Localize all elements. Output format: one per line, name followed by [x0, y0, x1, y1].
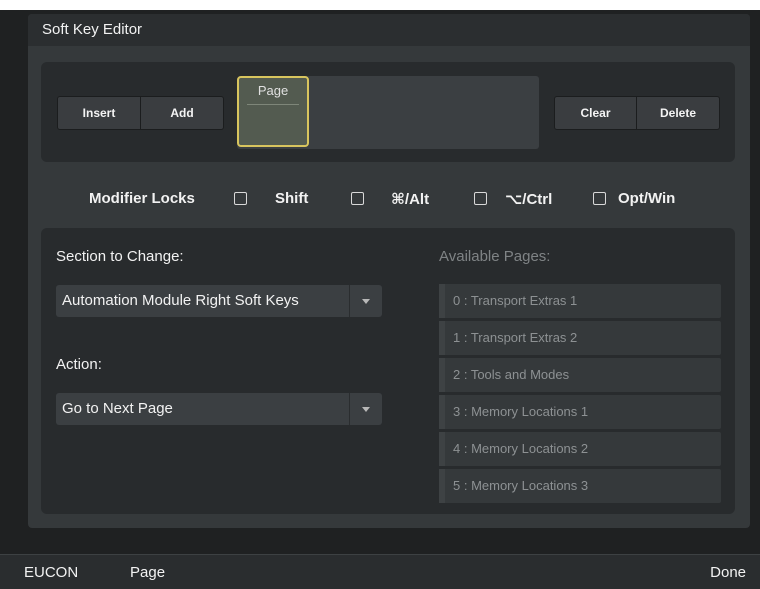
opt-win-checkbox[interactable] — [593, 192, 606, 205]
list-item[interactable]: 3 : Memory Locations 1 — [439, 395, 721, 429]
section-dropdown[interactable]: Automation Module Right Soft Keys — [56, 285, 382, 317]
available-pages-title: Available Pages: — [439, 248, 551, 265]
shift-label: Shift — [275, 190, 309, 207]
page-tile-divider — [247, 104, 299, 105]
opt-ctrl-label: ⌥/Ctrl — [505, 191, 553, 208]
insert-add-group: Insert Add — [57, 96, 224, 130]
page-tile-selected[interactable]: Page — [237, 76, 309, 147]
clear-delete-group: Clear Delete — [554, 96, 720, 130]
cmd-alt-label: ⌘/Alt — [391, 191, 430, 208]
available-pages-list: 0 : Transport Extras 1 1 : Transport Ext… — [439, 284, 721, 506]
page-button[interactable]: Page — [130, 564, 165, 581]
chevron-down-icon — [349, 393, 382, 425]
shift-checkbox[interactable] — [234, 192, 247, 205]
page-strip: Page — [237, 76, 539, 149]
add-button[interactable]: Add — [141, 96, 224, 130]
window-title: Soft Key Editor — [42, 21, 143, 38]
modifier-locks-row: Modifier Locks Shift ⌘/Alt ⌥/Ctrl Opt/Wi… — [28, 189, 750, 209]
top-strip — [0, 0, 760, 10]
chevron-down-icon — [349, 285, 382, 317]
title-bar: Soft Key Editor — [28, 14, 750, 46]
cmd-alt-checkbox[interactable] — [351, 192, 364, 205]
section-dropdown-value: Automation Module Right Soft Keys — [62, 292, 299, 309]
modifier-locks-label: Modifier Locks — [89, 190, 195, 207]
opt-ctrl-checkbox[interactable] — [474, 192, 487, 205]
soft-key-editor-window: Soft Key Editor Insert Add Page Clear De… — [28, 14, 750, 528]
action-dropdown[interactable]: Go to Next Page — [56, 393, 382, 425]
action-label: Action: — [56, 356, 102, 373]
action-dropdown-value: Go to Next Page — [62, 400, 173, 417]
status-bar: EUCON Page Done — [0, 554, 760, 589]
list-item[interactable]: 5 : Memory Locations 3 — [439, 469, 721, 503]
insert-button[interactable]: Insert — [57, 96, 141, 130]
list-item[interactable]: 4 : Memory Locations 2 — [439, 432, 721, 466]
clear-button[interactable]: Clear — [554, 96, 637, 130]
page-tile-label: Page — [257, 83, 289, 98]
delete-button[interactable]: Delete — [637, 96, 720, 130]
list-item[interactable]: 0 : Transport Extras 1 — [439, 284, 721, 318]
eucon-button[interactable]: EUCON — [24, 564, 78, 581]
list-item[interactable]: 1 : Transport Extras 2 — [439, 321, 721, 355]
page-editor-panel: Insert Add Page Clear Delete — [41, 62, 735, 162]
opt-win-label: Opt/Win — [618, 190, 676, 207]
list-item[interactable]: 2 : Tools and Modes — [439, 358, 721, 392]
assignment-panel: Section to Change: Automation Module Rig… — [41, 228, 735, 514]
done-button[interactable]: Done — [710, 564, 746, 581]
section-to-change-label: Section to Change: — [56, 248, 184, 265]
